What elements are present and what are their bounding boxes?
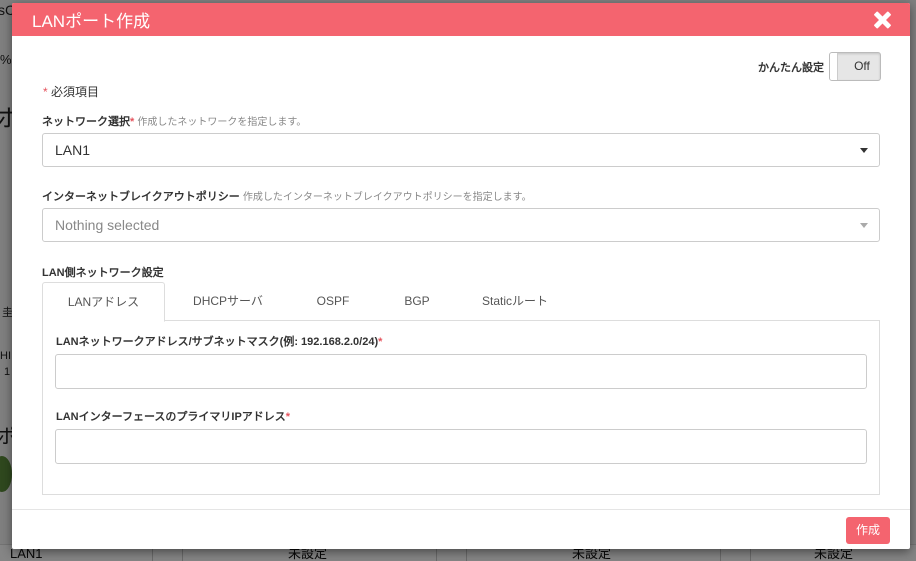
breakout-policy-help: 作成したインターネットブレイクアウトポリシーを指定します。 (242, 192, 532, 203)
network-address-input[interactable] (55, 354, 867, 389)
tab-static-route[interactable]: Staticルート (472, 282, 558, 321)
tab-lan-address[interactable]: LANアドレス (42, 282, 165, 322)
required-mark: * (285, 411, 291, 423)
tab-bgp[interactable]: BGP (392, 282, 442, 321)
easy-settings: かんたん設定 Off (758, 52, 881, 81)
caret-down-icon (860, 148, 868, 153)
lan-settings-tabs: LANアドレス DHCPサーバ OSPF BGP Staticルート (42, 282, 880, 322)
modal-footer: 作成 (12, 509, 910, 549)
primary-ip-label-text: LANインターフェースのプライマリIPアドレス (56, 411, 286, 423)
network-address-label-text: LANネットワークアドレス/サブネットマスク(例: 192.168.2.0/24… (56, 336, 379, 348)
primary-ip-label: LANインターフェースのプライマリIPアドレス* (56, 408, 290, 424)
modal-body: かんたん設定 Off * 必須項目 ネットワーク選択* 作成したネットワークを指… (12, 36, 910, 509)
create-button[interactable]: 作成 (846, 517, 890, 544)
primary-ip-input[interactable] (55, 429, 867, 464)
easy-settings-toggle[interactable]: Off (829, 52, 881, 81)
tab-ospf[interactable]: OSPF (304, 282, 362, 321)
breakout-policy-label-text: インターネットブレイクアウトポリシー (42, 191, 240, 203)
network-address-label: LANネットワークアドレス/サブネットマスク(例: 192.168.2.0/24… (56, 333, 382, 349)
toggle-state-text: Off (854, 59, 870, 73)
breakout-policy-select[interactable]: Nothing selected (42, 208, 880, 242)
lan-address-panel: LANネットワークアドレス/サブネットマスク(例: 192.168.2.0/24… (42, 321, 880, 495)
lan-port-create-modal: LANポート作成 かんたん設定 Off * 必須項目 ネットワーク選択* 作成し… (12, 3, 910, 549)
modal-title: LANポート作成 (32, 12, 151, 31)
close-icon[interactable] (872, 10, 892, 30)
required-mark: * (130, 116, 135, 128)
network-select-label: ネットワーク選択* 作成したネットワークを指定します。 (42, 113, 306, 129)
required-note-text: 必須項目 (51, 85, 100, 99)
network-select-label-text: ネットワーク選択 (42, 116, 130, 128)
easy-settings-label: かんたん設定 (758, 61, 824, 74)
required-mark: * (378, 336, 383, 348)
required-note: * 必須項目 (43, 83, 99, 100)
lan-section-label: LAN側ネットワーク設定 (42, 267, 164, 279)
network-select-value: LAN1 (55, 142, 91, 158)
required-mark: * (43, 85, 48, 99)
network-select-help: 作成したネットワークを指定します。 (137, 117, 307, 128)
modal-header: LANポート作成 (12, 3, 910, 36)
toggle-knob (830, 53, 838, 80)
tab-dhcp-server[interactable]: DHCPサーバ (180, 282, 276, 321)
caret-down-icon (860, 223, 868, 228)
breakout-policy-label: インターネットブレイクアウトポリシー 作成したインターネットブレイクアウトポリシ… (42, 188, 532, 204)
breakout-policy-placeholder: Nothing selected (55, 217, 160, 233)
network-select[interactable]: LAN1 (42, 133, 880, 167)
